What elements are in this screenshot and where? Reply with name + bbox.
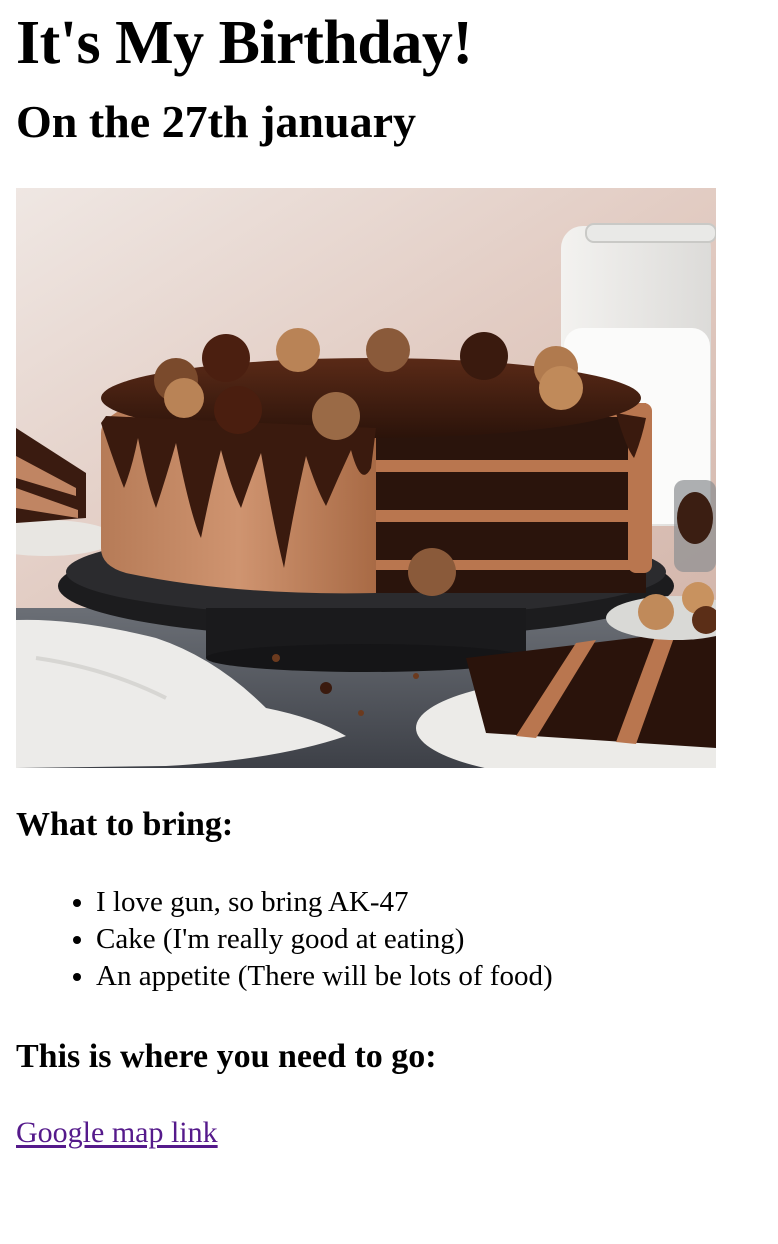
bring-heading: What to bring: [16, 806, 234, 843]
page-title: It's My Birthday! [16, 9, 473, 77]
google-map-link[interactable]: Google map link [16, 1116, 218, 1150]
list-item: I love gun, so bring AK-47 [96, 884, 756, 921]
page-content: It's My Birthday! On the 27th january Wh… [16, 0, 756, 1150]
date-heading: On the 27th january [16, 96, 416, 147]
list-item: Cake (I'm really good at eating) [96, 921, 756, 958]
location-heading: This is where you need to go: [16, 1038, 437, 1075]
list-item: An appetite (There will be lots of food) [96, 958, 756, 995]
bring-list: I love gun, so bring AK-47 Cake (I'm rea… [16, 884, 756, 995]
cake-image [16, 188, 716, 768]
